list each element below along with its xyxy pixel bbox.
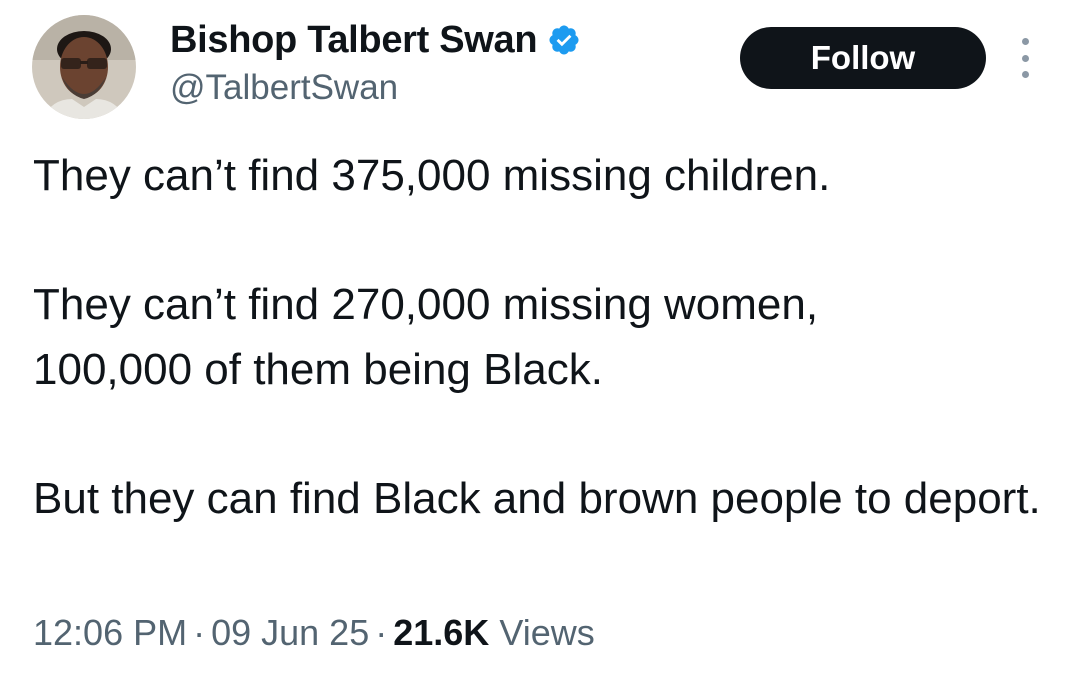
tweet-paragraph: They can’t find 375,000 missing children… — [33, 151, 831, 200]
display-name[interactable]: Bishop Talbert Swan — [170, 19, 538, 62]
views-label: Views — [499, 612, 595, 653]
tweet-paragraph: They can’t find 270,000 missing women, 1… — [33, 280, 819, 394]
user-handle[interactable]: @TalbertSwan — [170, 68, 581, 108]
tweet-date[interactable]: 09 Jun 25 — [211, 612, 369, 653]
more-options-icon[interactable] — [1014, 38, 1036, 78]
more-dot — [1021, 71, 1029, 78]
avatar-image — [32, 15, 136, 119]
author-block: Bishop Talbert Swan @TalbertSwan — [170, 18, 581, 108]
tweet-card: Bishop Talbert Swan @TalbertSwan Follow … — [0, 0, 1080, 681]
tweet-paragraph: But they can find Black and brown people… — [33, 474, 1041, 523]
name-row: Bishop Talbert Swan — [170, 18, 581, 62]
more-dot — [1021, 54, 1029, 62]
tweet-time[interactable]: 12:06 PM — [33, 612, 187, 653]
views-count: 21.6K — [393, 612, 490, 653]
tweet-metadata: 12:06 PM · 09 Jun 25 · 21.6K Views — [33, 612, 595, 654]
tweet-text: They can’t find 375,000 missing children… — [33, 143, 1053, 531]
separator: · — [193, 612, 206, 653]
separator: · — [375, 612, 388, 653]
verified-badge-icon[interactable] — [547, 23, 581, 57]
follow-button[interactable]: Follow — [740, 27, 986, 89]
avatar[interactable] — [32, 15, 136, 119]
more-dot — [1021, 38, 1029, 45]
